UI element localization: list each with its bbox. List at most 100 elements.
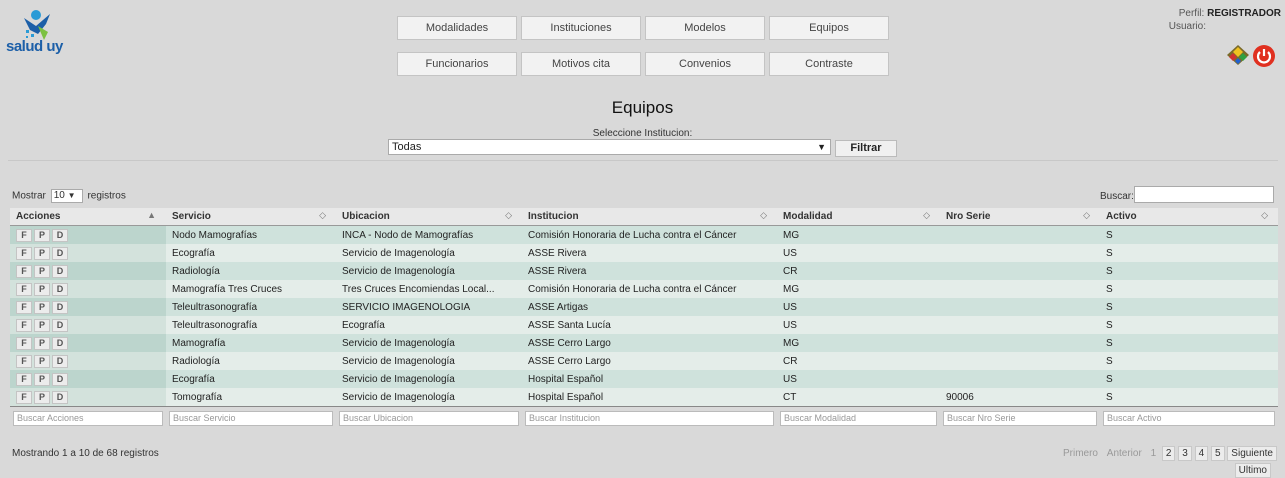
header-acciones[interactable]: Acciones ▲ [10, 208, 166, 226]
action-button-p[interactable]: P [34, 228, 50, 242]
nro-serie-cell [940, 334, 1100, 352]
filter-button[interactable]: Filtrar [835, 140, 897, 157]
action-button-d[interactable]: D [52, 228, 68, 242]
institucion-cell: Comisión Honoraria de Lucha contra el Cá… [522, 280, 777, 298]
header-activo[interactable]: Activo ◇ [1100, 208, 1278, 226]
action-button-p[interactable]: P [34, 318, 50, 332]
pagination-last[interactable]: Ultimo [1234, 463, 1271, 478]
pagination-next[interactable]: Siguiente [1227, 446, 1277, 461]
pagination-prev[interactable]: Anterior [1104, 447, 1145, 460]
institucion-cell: Hospital Español [522, 370, 777, 388]
action-button-f[interactable]: F [16, 264, 32, 278]
power-off-icon[interactable] [1252, 44, 1276, 71]
table-row: F P D Mamografía Tres Cruces Tres Cruces Enc… [10, 280, 1278, 298]
action-button-p[interactable]: P [34, 372, 50, 386]
pagination-page-4[interactable]: 4 [1194, 446, 1209, 461]
pagination-page-1[interactable]: 1 [1148, 447, 1160, 460]
nro-serie-cell [940, 225, 1100, 244]
divider [8, 160, 1278, 161]
search-acciones-input[interactable]: Buscar Acciones [13, 410, 163, 426]
table-row: F P D Nodo Mamografías INCA - Nodo de Mamogr… [10, 225, 1278, 244]
action-button-p[interactable]: P [34, 336, 50, 350]
action-button-p[interactable]: P [34, 300, 50, 314]
action-button-d[interactable]: D [52, 318, 68, 332]
action-button-f[interactable]: F [16, 354, 32, 368]
header-modalidad-label: Modalidad [783, 211, 833, 222]
action-button-p[interactable]: P [34, 264, 50, 278]
rubik-cube-icon[interactable] [1226, 44, 1250, 69]
sort-icon: ◇ [505, 210, 512, 220]
action-button-p[interactable]: P [34, 354, 50, 368]
search-nro-serie-input[interactable]: Buscar Nro Serie [943, 410, 1097, 426]
action-button-f[interactable]: F [16, 372, 32, 386]
show-label: Mostrar [12, 190, 46, 202]
institucion-cell: ASSE Cerro Largo [522, 334, 777, 352]
servicio-cell: Mamografía Tres Cruces [166, 280, 336, 298]
action-button-p[interactable]: P [34, 390, 50, 404]
nav-modelos[interactable]: Modelos [645, 16, 765, 40]
modalidad-cell: MG [777, 225, 940, 244]
modalidad-cell: CT [777, 388, 940, 407]
institucion-cell: ASSE Santa Lucía [522, 316, 777, 334]
servicio-cell: Nodo Mamografías [166, 225, 336, 244]
nav-modalidades[interactable]: Modalidades [397, 16, 517, 40]
header-nro-serie[interactable]: Nro Serie ◇ [940, 208, 1100, 226]
pagination-page-3[interactable]: 3 [1178, 446, 1192, 461]
nav-motivos-cita[interactable]: Motivos cita [521, 52, 641, 76]
action-button-d[interactable]: D [52, 372, 68, 386]
search-ubicacion-input[interactable]: Buscar Ubicacion [339, 410, 519, 426]
header-modalidad[interactable]: Modalidad ◇ [777, 208, 940, 226]
action-button-f[interactable]: F [16, 228, 32, 242]
actions-cell: FPD [10, 316, 166, 334]
action-button-f[interactable]: F [16, 336, 32, 350]
ubicacion-cell: Servicio de Imagenología [336, 352, 522, 370]
sort-icon: ◇ [923, 210, 930, 220]
pagination-page-5[interactable]: 5 [1210, 446, 1225, 461]
action-button-f[interactable]: F [16, 282, 32, 296]
action-button-f[interactable]: F [16, 300, 32, 314]
search-input[interactable] [1134, 186, 1274, 203]
action-button-d[interactable]: D [52, 300, 68, 314]
header-servicio[interactable]: Servicio ◇ [166, 208, 336, 226]
pagination-first[interactable]: Primero [1060, 447, 1101, 460]
action-button-d[interactable]: D [52, 336, 68, 350]
action-button-f[interactable]: F [16, 246, 32, 260]
action-button-d[interactable]: D [52, 246, 68, 260]
usuario-label: Usuario: [1168, 21, 1206, 32]
table-footer-search-row: Buscar Acciones Buscar Servicio Buscar U… [10, 407, 1278, 430]
action-button-d[interactable]: D [52, 354, 68, 368]
search-servicio-input[interactable]: Buscar Servicio [169, 410, 333, 426]
search-modalidad-input[interactable]: Buscar Modalidad [780, 410, 937, 426]
servicio-cell: Mamografía [166, 334, 336, 352]
servicio-cell: Radiología [166, 262, 336, 280]
nro-serie-cell [940, 262, 1100, 280]
nav-funcionarios[interactable]: Funcionarios [397, 52, 517, 76]
nro-serie-cell [940, 316, 1100, 334]
servicio-cell: Radiología [166, 352, 336, 370]
sort-icon: ◇ [319, 210, 326, 220]
header-ubicacion[interactable]: Ubicacion ◇ [336, 208, 522, 226]
institution-select[interactable]: Todas ▼ [388, 139, 831, 155]
nav-instituciones[interactable]: Instituciones [521, 16, 641, 40]
action-button-d[interactable]: D [52, 264, 68, 278]
pagination-page-2[interactable]: 2 [1161, 446, 1176, 461]
actions-cell: FPD [10, 225, 166, 244]
nav-equipos[interactable]: Equipos [769, 16, 889, 40]
action-button-f[interactable]: F [16, 318, 32, 332]
action-button-p[interactable]: P [34, 246, 50, 260]
action-button-d[interactable]: D [52, 282, 68, 296]
perfil-label: Perfil: [1178, 8, 1205, 19]
search-activo-input[interactable]: Buscar Activo [1103, 410, 1275, 426]
action-button-f[interactable]: F [16, 390, 32, 404]
search-institucion-input[interactable]: Buscar Institucion [525, 410, 774, 426]
nav-convenios[interactable]: Convenios [645, 52, 765, 76]
search-label: Buscar: [1100, 191, 1134, 202]
action-button-p[interactable]: P [34, 282, 50, 296]
activo-cell: S [1100, 225, 1278, 244]
ubicacion-cell: Servicio de Imagenología [336, 262, 522, 280]
page-length-select[interactable]: 10 ▼ [50, 189, 83, 203]
action-button-d[interactable]: D [52, 390, 68, 404]
header-institucion[interactable]: Institucion ◇ [522, 208, 777, 226]
nav-contraste[interactable]: Contraste [769, 52, 889, 76]
actions-cell: FPD [10, 298, 166, 316]
